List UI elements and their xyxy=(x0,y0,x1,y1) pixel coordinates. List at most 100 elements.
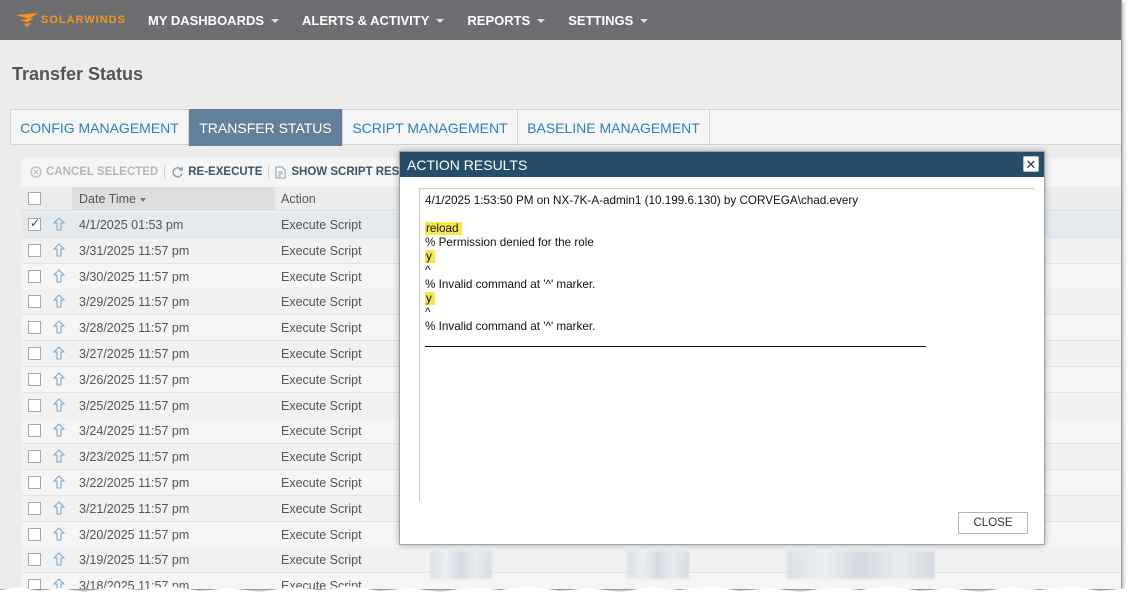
arrow-up-icon xyxy=(53,346,65,360)
row-checkbox[interactable] xyxy=(28,450,41,464)
arrow-up-icon xyxy=(53,552,65,566)
table-row[interactable]: 3/19/2025 11:57 pm Execute Script xyxy=(22,547,1121,574)
row-date-time: 3/31/2025 11:57 pm xyxy=(79,243,190,258)
row-checkbox[interactable] xyxy=(28,476,41,489)
tab-script-management[interactable]: SCRIPT MANAGEMENT xyxy=(343,109,518,146)
dialog-header: ACTION RESULTS ✕ xyxy=(400,152,1044,177)
nav-label: REPORTS xyxy=(467,12,531,28)
row-date-time: 3/21/2025 11:57 pm xyxy=(79,501,190,516)
toolbar-divider xyxy=(164,165,166,179)
arrow-up-icon xyxy=(53,449,65,463)
arrow-up-icon xyxy=(53,268,65,283)
re-execute-button[interactable]: RE-EXECUTE xyxy=(171,166,262,179)
row-checkbox[interactable] xyxy=(28,501,41,515)
cancel-circle-icon xyxy=(30,166,42,178)
nav-label: MY DASHBOARDS xyxy=(147,12,265,28)
result-line: ^ xyxy=(425,306,1035,320)
row-action: Execute Script xyxy=(281,218,362,232)
nav-label: SETTINGS xyxy=(568,12,634,28)
row-action: Execute Script xyxy=(281,243,362,258)
row-action: Execute Script xyxy=(281,527,362,542)
row-action: Execute Script xyxy=(281,553,362,568)
row-checkbox[interactable] xyxy=(28,398,41,412)
close-icon[interactable]: ✕ xyxy=(1023,156,1039,172)
result-line: % Invalid command at '^' marker. xyxy=(425,320,1035,334)
redacted-cell xyxy=(627,551,689,579)
solarwinds-logo-icon xyxy=(16,13,38,27)
nav-settings[interactable]: SETTINGS xyxy=(566,13,663,28)
row-date-time: 3/22/2025 11:57 pm xyxy=(79,476,190,490)
row-date-time: 3/29/2025 11:57 pm xyxy=(79,295,190,310)
highlighted-command: reload xyxy=(425,222,462,235)
app-window: SOLARWINDS MY DASHBOARDS ALERTS & ACTIVI… xyxy=(0,0,1122,590)
column-header-date-time[interactable]: Date Time xyxy=(72,187,275,211)
nav-my-dashboards[interactable]: MY DASHBOARDS xyxy=(146,13,294,28)
row-action: Execute Script xyxy=(281,372,362,387)
torn-edge xyxy=(0,586,1128,594)
solarwinds-logo[interactable]: SOLARWINDS xyxy=(16,13,126,27)
row-action: Execute Script xyxy=(281,321,362,336)
row-action: Execute Script xyxy=(281,295,362,310)
result-text: ^ xyxy=(425,264,431,277)
arrow-up-icon xyxy=(53,475,65,489)
chevron-down-icon xyxy=(537,19,546,23)
row-checkbox[interactable] xyxy=(28,321,41,335)
row-checkbox[interactable] xyxy=(28,372,41,386)
highlighted-command: y xyxy=(425,250,435,263)
row-date-time: 3/27/2025 11:57 pm xyxy=(79,347,190,361)
nav-label: ALERTS & ACTIVITY xyxy=(302,12,430,28)
result-text: % Permission denied for the role xyxy=(425,236,594,249)
row-date-time: 3/24/2025 11:57 pm xyxy=(79,424,190,439)
arrow-up-icon xyxy=(53,397,65,412)
arrow-up-icon xyxy=(53,294,65,308)
nav-alerts-activity[interactable]: ALERTS & ACTIVITY xyxy=(300,13,459,28)
result-text: % Invalid command at '^' marker. xyxy=(425,278,596,291)
column-header-action[interactable]: Action xyxy=(281,187,316,211)
tab-transfer-status[interactable]: TRANSFER STATUS xyxy=(189,109,343,146)
result-line: y xyxy=(425,250,1035,264)
cancel-selected-button[interactable]: CANCEL SELECTED xyxy=(30,166,158,178)
row-date-time: 3/30/2025 11:57 pm xyxy=(79,269,190,284)
tab-bar: CONFIG MANAGEMENT TRANSFER STATUS SCRIPT… xyxy=(10,109,1121,146)
page-title: Transfer Status xyxy=(12,64,144,84)
row-checkbox[interactable] xyxy=(28,347,41,360)
result-line: 4/1/2025 1:53:50 PM on NX-7K-A-admin1 (1… xyxy=(425,194,1035,208)
row-checkbox[interactable] xyxy=(28,527,41,541)
row-date-time: 4/1/2025 01:53 pm xyxy=(79,218,184,232)
row-action: Execute Script xyxy=(281,476,362,490)
nav-reports[interactable]: REPORTS xyxy=(465,13,560,28)
chevron-down-icon xyxy=(436,19,445,23)
arrow-up-icon xyxy=(53,372,65,386)
row-checkbox[interactable] xyxy=(28,295,41,309)
tab-config-management[interactable]: CONFIG MANAGEMENT xyxy=(11,109,189,146)
arrow-up-icon xyxy=(53,217,65,231)
arrow-up-icon xyxy=(53,423,65,437)
result-line: % Permission denied for the role xyxy=(425,236,1035,250)
document-icon xyxy=(275,165,286,179)
result-line xyxy=(425,208,1035,222)
script-results-output: 4/1/2025 1:53:50 PM on NX-7K-A-admin1 (1… xyxy=(419,188,1035,501)
highlighted-command: y xyxy=(425,292,435,305)
result-line: % Invalid command at '^' marker. xyxy=(425,278,1035,292)
refresh-icon xyxy=(172,166,184,177)
toolbar-divider xyxy=(268,165,270,179)
column-header-label: Date Time xyxy=(79,192,136,206)
top-nav: SOLARWINDS MY DASHBOARDS ALERTS & ACTIVI… xyxy=(0,0,1121,40)
show-script-results-button[interactable]: SHOW SCRIPT RESU xyxy=(275,165,408,179)
result-line: reload xyxy=(425,222,1035,236)
brand-name: SOLARWINDS xyxy=(41,14,126,26)
tab-baseline-management[interactable]: BASELINE MANAGEMENT xyxy=(518,109,710,146)
row-checkbox[interactable] xyxy=(28,243,41,257)
row-checkbox[interactable] xyxy=(28,553,41,567)
arrow-up-icon xyxy=(53,320,65,334)
close-button[interactable]: CLOSE xyxy=(958,512,1028,534)
row-action: Execute Script xyxy=(281,424,362,439)
row-date-time: 3/25/2025 11:57 pm xyxy=(79,398,190,413)
arrow-up-icon xyxy=(53,243,65,257)
row-checkbox[interactable] xyxy=(28,269,41,283)
re-execute-label: RE-EXECUTE xyxy=(188,166,263,178)
select-all-checkbox[interactable] xyxy=(28,192,41,205)
row-checkbox[interactable] xyxy=(28,424,41,438)
redacted-cell xyxy=(430,551,492,579)
row-checkbox[interactable] xyxy=(28,216,41,231)
